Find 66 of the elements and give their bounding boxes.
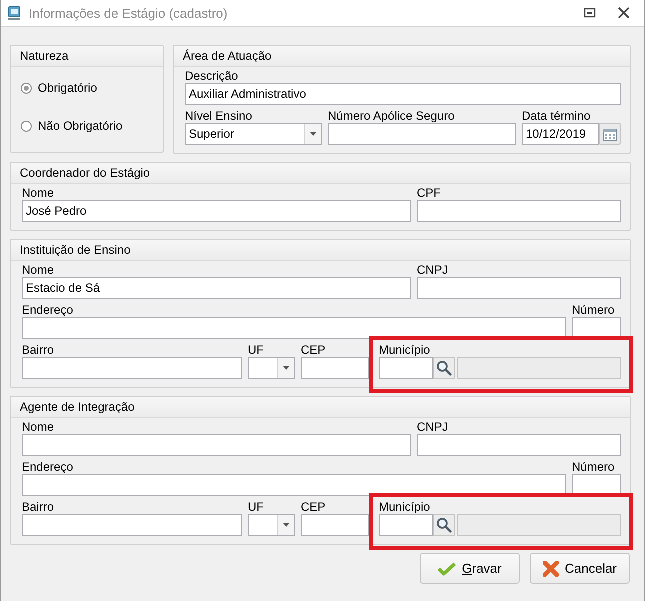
dropdown-field[interactable] xyxy=(248,357,295,379)
field-label: Descrição xyxy=(185,69,240,83)
text-field[interactable] xyxy=(22,474,566,496)
text-field[interactable] xyxy=(22,317,566,339)
text-field[interactable] xyxy=(22,514,242,536)
text-field[interactable] xyxy=(417,277,621,299)
field-label: Endereço xyxy=(22,303,74,317)
dropdown-field[interactable]: Superior xyxy=(185,123,322,145)
field-label: UF xyxy=(248,343,265,357)
search-button[interactable] xyxy=(433,514,455,536)
check-icon xyxy=(438,562,456,576)
app-icon xyxy=(7,5,23,21)
field-label: Nível Ensino xyxy=(185,109,254,123)
date-field[interactable]: 10/12/2019 xyxy=(522,123,599,145)
cross-icon xyxy=(542,560,559,576)
field-label: CNPJ xyxy=(417,420,450,434)
text-field[interactable] xyxy=(379,514,433,536)
restore-icon[interactable] xyxy=(584,8,596,18)
field-label: Número xyxy=(572,303,616,317)
field-label: Nome xyxy=(22,263,56,277)
text-field[interactable] xyxy=(417,434,621,456)
group-title: Coordenador do Estágio xyxy=(20,166,150,180)
caret-icon xyxy=(310,132,316,136)
text-field[interactable] xyxy=(379,357,433,379)
field-label: CNPJ xyxy=(417,263,450,277)
search-icon xyxy=(436,360,452,376)
text-field[interactable]: José Pedro xyxy=(22,200,411,222)
field-label: CEP xyxy=(301,500,327,514)
calendar-button[interactable] xyxy=(599,123,621,145)
text-field[interactable] xyxy=(417,200,621,222)
text-field[interactable] xyxy=(301,514,369,536)
field-label: Município xyxy=(379,500,432,514)
field-label: Nome xyxy=(22,186,56,200)
dropdown-field[interactable] xyxy=(248,514,295,536)
field-label: Nome xyxy=(22,420,56,434)
field-label: UF xyxy=(248,500,265,514)
caret-icon xyxy=(282,523,290,527)
field-label: Bairro xyxy=(22,500,56,514)
group-title: Área de Atuação xyxy=(183,49,272,63)
text-field[interactable] xyxy=(301,357,369,379)
field-label: Bairro xyxy=(22,343,56,357)
field-label: Município xyxy=(379,343,432,357)
calendar-icon xyxy=(603,128,617,140)
field-label: Endereço xyxy=(22,460,74,474)
caret-icon xyxy=(282,366,290,370)
field-label: CPF xyxy=(417,186,442,200)
close-icon[interactable] xyxy=(618,7,630,19)
cancel-button[interactable]: Cancelar xyxy=(530,553,630,584)
field-label: Número Apólice Seguro xyxy=(328,109,456,123)
radio-option[interactable]: Obrigatório xyxy=(21,81,163,95)
group-title: Agente de Integração xyxy=(20,400,135,414)
text-field[interactable] xyxy=(22,357,242,379)
text-field[interactable]: Estacio de Sá xyxy=(22,277,411,299)
field-label: CEP xyxy=(301,343,327,357)
text-field[interactable]: Auxiliar Administrativo xyxy=(185,83,621,105)
field-label: Data término xyxy=(522,109,592,123)
group-title: Natureza xyxy=(20,49,69,63)
search-button[interactable] xyxy=(433,357,455,379)
group-title: Instituição de Ensino xyxy=(20,243,131,257)
radio-option[interactable]: Não Obrigatório xyxy=(21,119,163,133)
text-field[interactable] xyxy=(328,123,516,145)
window-title: Informações de Estágio (cadastro) xyxy=(29,6,228,20)
search-icon xyxy=(436,517,452,533)
save-button[interactable]: Gravar xyxy=(420,553,520,584)
field-label: Número xyxy=(572,460,616,474)
text-field[interactable] xyxy=(22,434,411,456)
